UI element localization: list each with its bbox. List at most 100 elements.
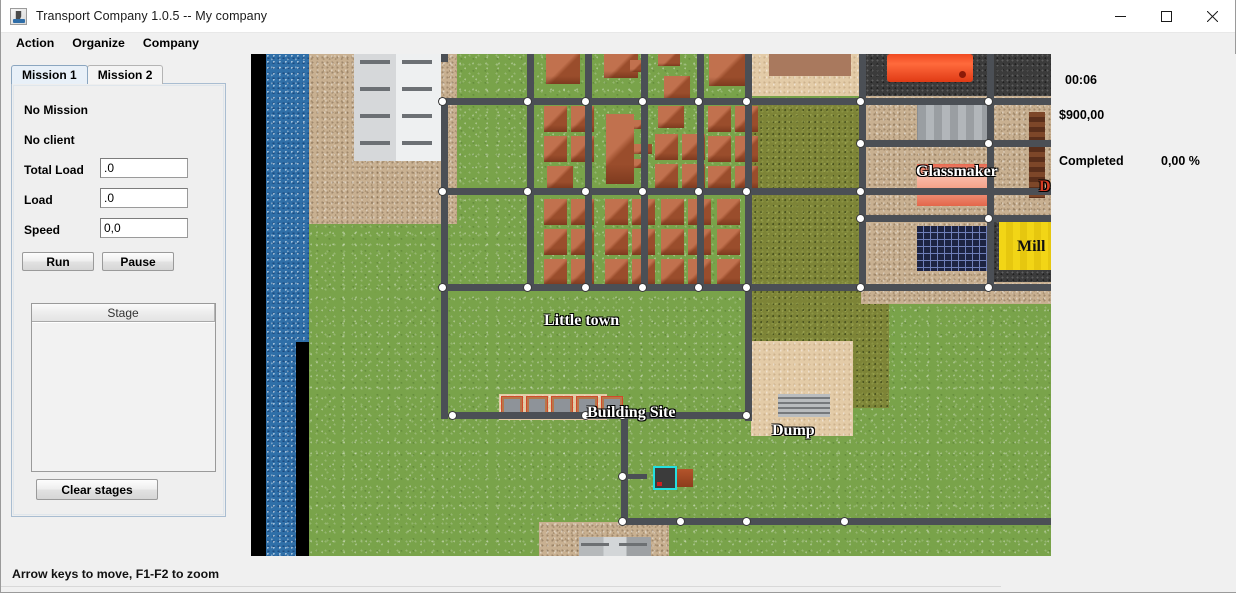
road-node[interactable] bbox=[438, 187, 447, 196]
road-node[interactable] bbox=[694, 187, 703, 196]
road-v5[interactable] bbox=[697, 54, 704, 291]
road-node[interactable] bbox=[438, 283, 447, 292]
house bbox=[605, 199, 628, 226]
pause-button[interactable]: Pause bbox=[102, 252, 174, 271]
road-v1[interactable] bbox=[441, 98, 448, 419]
total-load-input[interactable] bbox=[100, 158, 188, 178]
java-coffee-cup-icon bbox=[10, 7, 27, 25]
road-node[interactable] bbox=[523, 97, 532, 106]
road-v10[interactable] bbox=[745, 291, 752, 421]
menu-organize[interactable]: Organize bbox=[63, 34, 134, 52]
stage-table-body[interactable] bbox=[32, 323, 215, 471]
house bbox=[605, 259, 628, 286]
building-blue-grid-factory[interactable] bbox=[917, 226, 991, 271]
road-node[interactable] bbox=[742, 411, 751, 420]
load-input[interactable] bbox=[100, 188, 188, 208]
building-glassmaker[interactable] bbox=[917, 104, 991, 144]
stage-column-header[interactable]: Stage bbox=[32, 304, 215, 322]
stage-table[interactable]: Stage bbox=[31, 303, 216, 472]
terrain-water-lower bbox=[266, 342, 296, 556]
mission-tabs: Mission 1 Mission 2 bbox=[11, 65, 164, 84]
road-h-ind1[interactable] bbox=[861, 140, 1051, 147]
road-node[interactable] bbox=[581, 283, 590, 292]
road-v7[interactable] bbox=[859, 54, 866, 291]
road-h5[interactable] bbox=[621, 518, 1051, 525]
close-button[interactable] bbox=[1189, 0, 1235, 33]
building-stone-bottom[interactable] bbox=[579, 537, 651, 556]
total-load-label: Total Load bbox=[24, 163, 84, 177]
road-node[interactable] bbox=[856, 97, 865, 106]
window-title: Transport Company 1.0.5 -- My company bbox=[36, 9, 268, 23]
title-bar: Transport Company 1.0.5 -- My company bbox=[1, 0, 1235, 33]
house bbox=[717, 199, 740, 226]
map-label-building-site: Building Site bbox=[587, 404, 676, 421]
road-node[interactable] bbox=[856, 139, 865, 148]
client-status-label: No client bbox=[24, 133, 75, 147]
mission-tab-body: No Mission No client Total Load Load Spe… bbox=[13, 85, 224, 515]
road-node[interactable] bbox=[638, 97, 647, 106]
house bbox=[658, 106, 684, 129]
house bbox=[605, 229, 628, 256]
road-node[interactable] bbox=[742, 283, 751, 292]
road-v9[interactable] bbox=[621, 412, 628, 522]
selected-vehicle-truck[interactable] bbox=[653, 466, 677, 490]
mission-tab-panel: No Mission No client Total Load Load Spe… bbox=[11, 83, 226, 517]
road-node[interactable] bbox=[694, 97, 703, 106]
road-node[interactable] bbox=[984, 139, 993, 148]
road-v3[interactable] bbox=[585, 54, 592, 291]
building-brown-shed[interactable] bbox=[769, 54, 851, 76]
house bbox=[661, 229, 684, 256]
tab-mission-1[interactable]: Mission 1 bbox=[11, 65, 88, 84]
road-node[interactable] bbox=[638, 187, 647, 196]
road-node[interactable] bbox=[742, 97, 751, 106]
tab-mission-2[interactable]: Mission 2 bbox=[86, 65, 164, 84]
vehicle-trailer bbox=[677, 469, 693, 487]
building-dump-pile[interactable] bbox=[778, 394, 830, 417]
house bbox=[709, 54, 745, 87]
road-node[interactable] bbox=[742, 187, 751, 196]
map-void-lower-left bbox=[296, 342, 309, 556]
road-node[interactable] bbox=[694, 283, 703, 292]
road-node[interactable] bbox=[856, 283, 865, 292]
clear-stages-button[interactable]: Clear stages bbox=[36, 479, 158, 500]
road-node[interactable] bbox=[984, 97, 993, 106]
building-red-silo[interactable] bbox=[887, 54, 973, 82]
load-label: Load bbox=[24, 193, 53, 207]
road-node[interactable] bbox=[618, 472, 627, 481]
maximize-button[interactable] bbox=[1143, 0, 1189, 33]
road-node[interactable] bbox=[984, 214, 993, 223]
house bbox=[655, 164, 678, 188]
road-node[interactable] bbox=[523, 187, 532, 196]
road-h-ind2[interactable] bbox=[861, 215, 1051, 222]
road-node[interactable] bbox=[523, 283, 532, 292]
road-v2[interactable] bbox=[527, 54, 534, 291]
road-node[interactable] bbox=[856, 214, 865, 223]
road-node[interactable] bbox=[676, 517, 685, 526]
minimize-button[interactable] bbox=[1097, 0, 1143, 33]
menu-company[interactable]: Company bbox=[134, 34, 208, 52]
road-node[interactable] bbox=[581, 97, 590, 106]
road-node[interactable] bbox=[984, 283, 993, 292]
road-node[interactable] bbox=[581, 187, 590, 196]
speed-label: Speed bbox=[24, 223, 61, 237]
map-label-d: D bbox=[1039, 178, 1051, 195]
menu-action[interactable]: Action bbox=[7, 34, 63, 52]
road-node[interactable] bbox=[840, 517, 849, 526]
window-controls bbox=[1097, 0, 1235, 33]
road-node[interactable] bbox=[448, 411, 457, 420]
house bbox=[546, 54, 580, 85]
road-v6[interactable] bbox=[745, 54, 752, 291]
run-button[interactable]: Run bbox=[22, 252, 94, 271]
road-node[interactable] bbox=[742, 517, 751, 526]
speed-input[interactable] bbox=[100, 218, 188, 238]
road-node[interactable] bbox=[638, 283, 647, 292]
road-v4[interactable] bbox=[641, 54, 648, 291]
road-node[interactable] bbox=[438, 97, 447, 106]
building-stone-warehouse[interactable] bbox=[354, 54, 441, 161]
road-node[interactable] bbox=[618, 517, 627, 526]
status-bar: Arrow keys to move, F1-F2 to zoom bbox=[1, 559, 1236, 592]
road-v0-stub[interactable] bbox=[441, 54, 448, 62]
map-viewport[interactable]: Little town Glassmaker Dump Building Sit… bbox=[251, 54, 1051, 556]
road-node[interactable] bbox=[856, 187, 865, 196]
road-spur-vehicle[interactable] bbox=[625, 474, 647, 479]
